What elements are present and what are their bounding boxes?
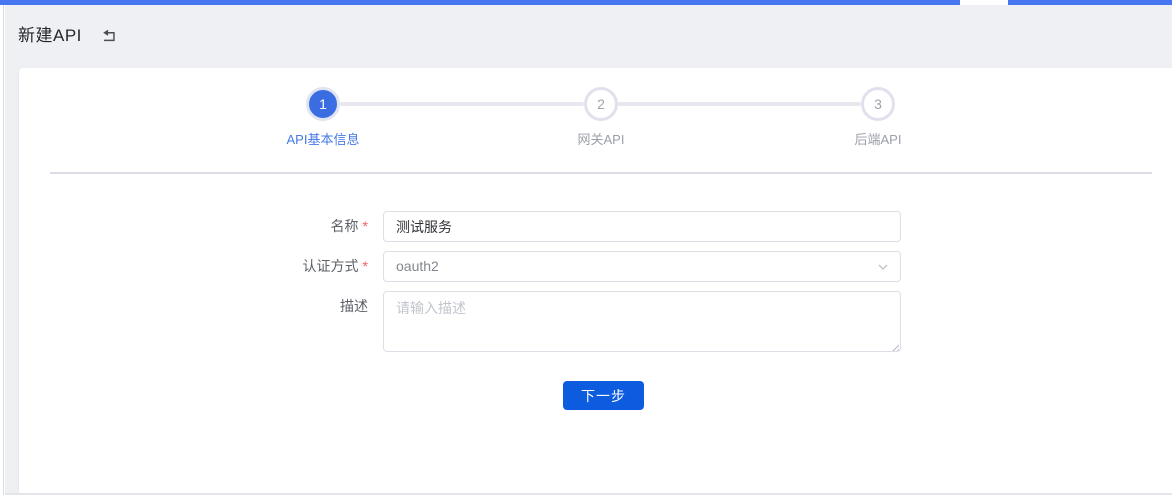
name-field-label: 名称* xyxy=(199,211,368,242)
auth-label-text: 认证方式 xyxy=(303,258,359,274)
step-2-label: 网关API xyxy=(531,129,671,148)
back-return-icon[interactable] xyxy=(100,26,118,44)
new-api-card: 1 2 3 API基本信息 网关API 后端API 名称* 认证方式* oaut… xyxy=(19,68,1172,493)
left-edge-strip xyxy=(0,5,4,495)
name-label-text: 名称 xyxy=(331,218,359,234)
page-header: 新建API xyxy=(5,5,1172,68)
step-1-label: API基本信息 xyxy=(253,129,393,148)
next-step-button[interactable]: 下一步 xyxy=(563,381,644,410)
chevron-down-icon xyxy=(876,260,890,274)
step-2-number: 2 xyxy=(597,96,605,112)
step-3-circle[interactable]: 3 xyxy=(861,87,895,121)
step-3-number: 3 xyxy=(874,96,882,112)
description-field-label: 描述 xyxy=(199,291,368,322)
required-asterisk: * xyxy=(363,218,368,234)
auth-field-label: 认证方式* xyxy=(199,251,368,282)
description-textarea[interactable] xyxy=(383,291,901,352)
step-1-number: 1 xyxy=(319,96,327,112)
step-connector-1-2 xyxy=(340,102,584,106)
step-1-circle[interactable]: 1 xyxy=(306,87,340,121)
description-label-text: 描述 xyxy=(340,298,368,314)
step-3-label: 后端API xyxy=(808,129,948,148)
section-divider xyxy=(50,172,1152,174)
name-input[interactable] xyxy=(383,211,901,242)
step-connector-2-3 xyxy=(618,102,861,106)
required-asterisk: * xyxy=(363,258,368,274)
auth-select[interactable]: oauth2 xyxy=(383,251,901,282)
step-2-circle[interactable]: 2 xyxy=(584,87,618,121)
auth-select-value: oauth2 xyxy=(396,258,439,274)
page-title: 新建API xyxy=(18,21,82,46)
